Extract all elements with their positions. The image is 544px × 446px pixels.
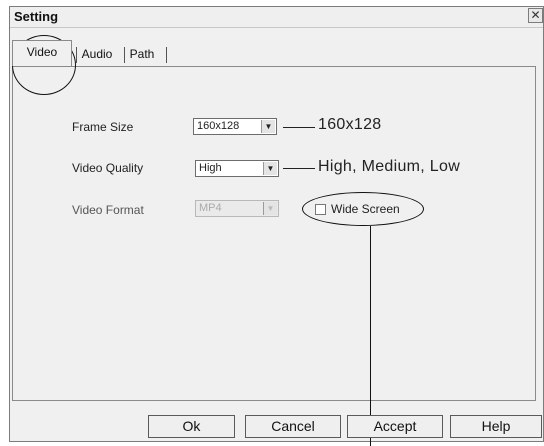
tab-separator	[166, 47, 167, 63]
video-format-value: MP4	[199, 202, 222, 214]
title-bar: Setting ✕	[10, 7, 543, 28]
video-quality-annotation: High, Medium, Low	[318, 158, 461, 175]
chevron-down-icon[interactable]: ▼	[261, 120, 275, 133]
video-format-select[interactable]: MP4 ▼	[195, 200, 279, 217]
annotation-leader-line	[283, 127, 315, 128]
annotation-pointer-line	[370, 226, 371, 446]
annotation-circle-wide-screen	[302, 192, 424, 226]
frame-size-value: 160x128	[197, 120, 240, 132]
tab-path[interactable]: Path	[122, 43, 162, 65]
frame-size-annotation: 160x128	[318, 116, 382, 133]
video-format-label: Video Format	[72, 203, 144, 217]
tab-audio[interactable]: Audio	[74, 43, 120, 65]
frame-size-label: Frame Size	[72, 120, 134, 134]
video-settings-panel	[12, 66, 536, 401]
frame-size-select[interactable]: 160x128 ▼	[193, 118, 277, 135]
accept-button[interactable]: Accept	[347, 415, 443, 438]
chevron-down-icon: ▼	[263, 202, 277, 215]
tab-video[interactable]: Video	[12, 40, 72, 66]
ok-button[interactable]: Ok	[148, 415, 235, 438]
video-quality-label: Video Quality	[72, 161, 144, 175]
cancel-button[interactable]: Cancel	[245, 415, 341, 438]
video-quality-select[interactable]: High ▼	[195, 160, 279, 177]
annotation-leader-line	[283, 168, 315, 169]
window-title: Setting	[14, 9, 59, 24]
close-icon: ✕	[530, 8, 541, 22]
chevron-down-icon[interactable]: ▼	[263, 162, 277, 175]
video-quality-value: High	[199, 162, 222, 174]
close-button[interactable]: ✕	[528, 8, 543, 23]
help-button[interactable]: Help	[450, 415, 542, 438]
